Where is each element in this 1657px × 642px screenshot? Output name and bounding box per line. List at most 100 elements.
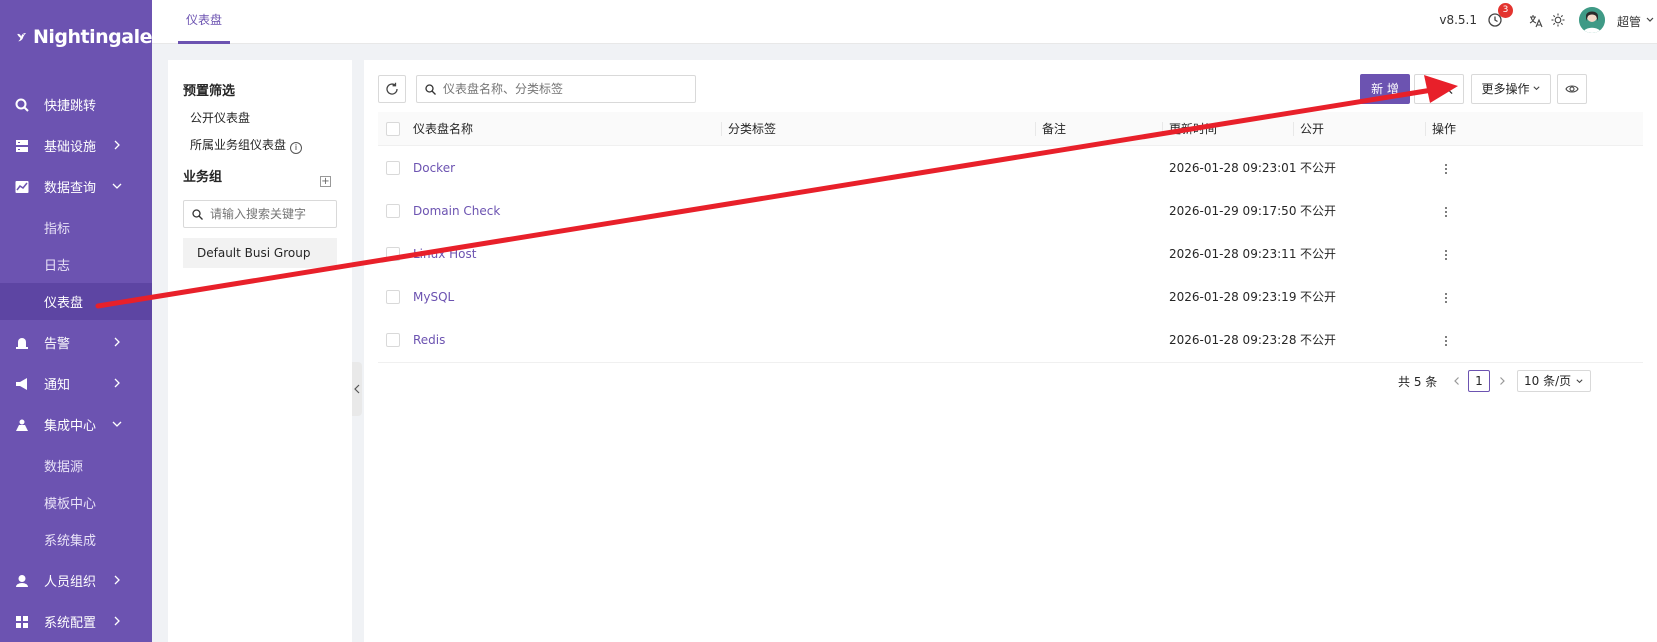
column-divider [1162,122,1163,136]
dashboard-name-link[interactable]: MySQL [413,275,454,320]
chevron-right-icon [114,575,120,585]
collapse-handle[interactable] [352,362,362,416]
cell-updated: 2026-01-29 09:17:50 [1169,204,1297,218]
version-label: v8.5.1 [1439,13,1477,27]
refresh-button[interactable] [378,75,406,103]
group-item-default[interactable]: Default Busi Group [183,238,337,268]
sidebar-item-system-config[interactable]: 系统配置 [0,603,152,640]
business-group-title: 业务组 [183,170,223,185]
sidebar-subitem-datasource[interactable]: 数据源 [0,447,152,484]
sidebar-item-data-query[interactable]: 数据查询 [0,168,152,205]
tab-dashboard[interactable]: 仪表盘 [178,0,231,44]
chevron-left-icon[interactable] [1452,376,1462,386]
dashboard-name-link[interactable]: Linux Host [413,232,476,277]
filter-public-dashboards[interactable]: 公开仪表盘 [190,109,250,126]
pagination-page-1[interactable]: 1 [1468,370,1490,392]
sidebar-item-label: 通知 [44,378,71,393]
table-header: 仪表盘名称 分类标签 备注 更新时间 公开 操作 [378,112,1643,146]
more-vertical-icon[interactable] [1444,247,1448,263]
sidebar-subitem-template-center[interactable]: 模板中心 [0,484,152,521]
translate-icon[interactable] [1529,14,1543,28]
column-divider [1293,122,1294,136]
table-row: Redis 2026-01-28 09:23:28 不公开 [378,318,1643,363]
search-icon [14,97,30,113]
chevron-right-icon [114,378,120,388]
sidebar-item-label: 快捷跳转 [44,99,97,114]
cell-public: 不公开 [1300,333,1337,347]
top-bar: 仪表盘 v8.5.1 3 超管 [152,0,1657,44]
sidebar-item-personnel[interactable]: 人员组织 [0,562,152,599]
new-button[interactable]: 新 增 [1360,74,1410,104]
column-divider [721,122,722,136]
dashboard-name-link[interactable]: Docker [413,146,455,191]
chevron-down-icon [1576,379,1583,384]
more-vertical-icon[interactable] [1444,204,1448,220]
dashboard-name-link[interactable]: Redis [413,318,445,363]
chevron-right-icon[interactable] [1497,376,1507,386]
column-header-actions: 操作 [1432,122,1457,136]
filter-group-dashboards[interactable]: 所属业务组仪表盘 i [190,136,303,154]
sidebar-item-alerts[interactable]: 告警 [0,324,152,361]
row-checkbox[interactable] [386,333,400,347]
dashboard-name-link[interactable]: Domain Check [413,189,500,234]
sidebar-menu: 快捷跳转 基础设施 数据查询 指标 日志 仪表盘 告警 通知 集成中心 数据源 … [0,86,152,642]
chevron-right-icon [114,337,120,347]
chevron-down-icon [112,183,122,189]
sidebar-subitem-dashboard[interactable]: 仪表盘 [0,283,152,320]
column-header-tags: 分类标签 [728,122,777,136]
more-vertical-icon[interactable] [1444,161,1448,177]
row-checkbox[interactable] [386,290,400,304]
cell-public: 不公开 [1300,204,1337,218]
page-size-select[interactable]: 10 条/页 [1517,370,1591,392]
row-checkbox[interactable] [386,204,400,218]
row-checkbox[interactable] [386,247,400,261]
chevron-down-icon[interactable] [1645,15,1655,25]
grid-icon [14,614,30,630]
search-icon [192,209,203,220]
alarm-icon [14,335,30,351]
chevron-left-icon [354,384,360,394]
main-panel: 新 增 导 入 更多操作 仪表盘名称 分类标签 备注 更新时间 公开 操作 Do… [364,60,1657,642]
eye-icon [1565,85,1579,93]
notification-badge: 3 [1498,3,1513,18]
megaphone-icon [14,376,30,392]
sidebar-subitem-logs[interactable]: 日志 [0,246,152,283]
row-checkbox[interactable] [386,161,400,175]
sidebar-item-infrastructure[interactable]: 基础设施 [0,127,152,164]
integration-icon [14,417,30,433]
more-vertical-icon[interactable] [1444,290,1448,306]
column-header-name: 仪表盘名称 [413,122,474,136]
group-search-input[interactable] [183,200,337,228]
username[interactable]: 超管 [1617,13,1641,30]
chevron-down-icon [1532,86,1540,91]
sidebar-item-quick-jump[interactable]: 快捷跳转 [0,86,152,123]
add-group-icon[interactable]: + [320,176,331,187]
sidebar-item-integration-center[interactable]: 集成中心 [0,406,152,443]
import-button[interactable]: 导 入 [1414,74,1464,104]
select-all-checkbox[interactable] [386,122,400,136]
more-actions-button[interactable]: 更多操作 [1471,74,1551,104]
server-icon [14,138,30,154]
search-icon [425,84,436,95]
sidebar-subitem-system-integration[interactable]: 系统集成 [0,521,152,558]
chevron-right-icon [114,140,120,150]
cell-updated: 2026-01-28 09:23:28 [1169,333,1297,347]
user-icon [14,573,30,589]
sidebar: Nightingale 快捷跳转 基础设施 数据查询 指标 日志 仪表盘 告警 … [0,0,152,642]
chart-icon [14,179,30,195]
sidebar-item-notifications[interactable]: 通知 [0,365,152,402]
cell-updated: 2026-01-28 09:23:11 [1169,247,1297,261]
avatar[interactable] [1579,7,1605,33]
theme-sun-icon[interactable] [1551,13,1565,27]
column-visibility-button[interactable] [1557,74,1587,104]
dashboard-search-input[interactable] [416,75,696,103]
info-icon[interactable]: i [290,142,303,154]
logo[interactable]: Nightingale [0,0,152,74]
column-header-updated[interactable]: 更新时间 [1169,112,1217,146]
sidebar-subitem-metrics[interactable]: 指标 [0,209,152,246]
more-vertical-icon[interactable] [1444,333,1448,349]
more-actions-label: 更多操作 [1481,82,1530,96]
sidebar-item-label: 数据查询 [44,181,97,196]
filter-item-label: 所属业务组仪表盘 [190,138,287,152]
column-divider [1425,122,1426,136]
